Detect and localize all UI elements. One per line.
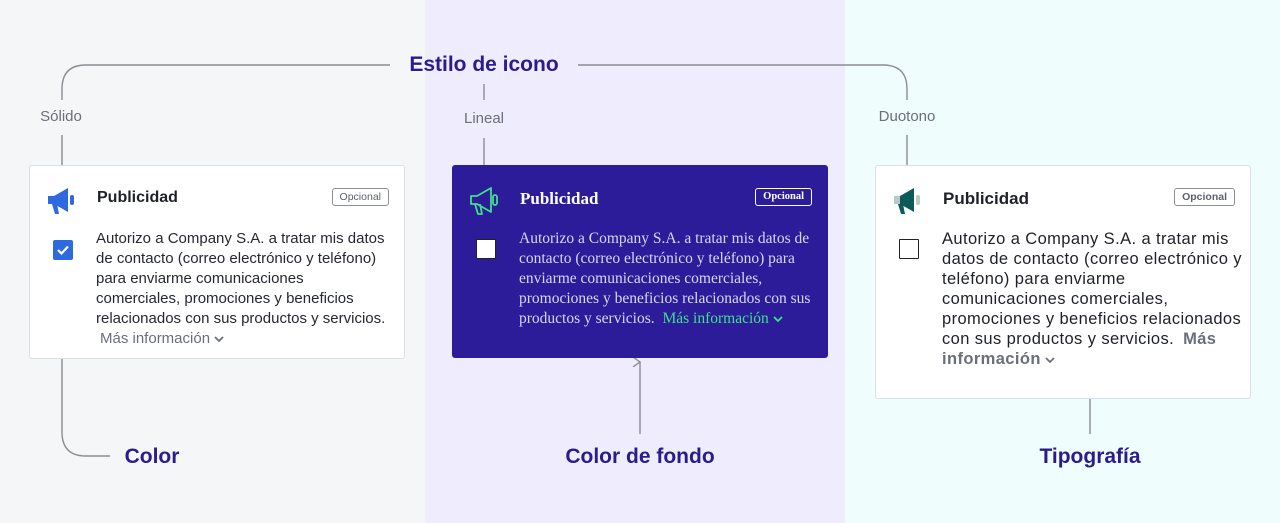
more-info-link[interactable]: Más información bbox=[100, 330, 224, 347]
consent-card-duotone: Publicidad Opcional Autorizo a Company S… bbox=[875, 165, 1251, 399]
card-title: Publicidad bbox=[520, 189, 599, 208]
more-info-link[interactable]: Más información bbox=[662, 310, 783, 327]
consent-text: Autorizo a Company S.A. a tratar mis dat… bbox=[942, 229, 1242, 369]
label-linear: Lineal bbox=[463, 110, 505, 127]
consent-checkbox[interactable] bbox=[899, 239, 919, 259]
megaphone-outline-icon bbox=[470, 187, 498, 215]
heading-icon-style: Estilo de icono bbox=[409, 53, 559, 76]
chevron-down-icon bbox=[214, 336, 224, 343]
consent-card-outline: Publicidad Opcional Autorizo a Company S… bbox=[452, 165, 828, 358]
consent-text: Autorizo a Company S.A. a tratar mis dat… bbox=[96, 229, 391, 349]
optional-badge: Opcional bbox=[1174, 188, 1235, 206]
consent-card-solid: Publicidad Opcional Autorizo a Company S… bbox=[29, 165, 405, 359]
megaphone-duotone-icon bbox=[894, 188, 920, 214]
consent-checkbox[interactable] bbox=[476, 239, 496, 259]
megaphone-solid-icon bbox=[48, 188, 74, 214]
chevron-down-icon bbox=[773, 316, 783, 323]
optional-badge: Opcional bbox=[755, 188, 812, 206]
consent-body: Autorizo a Company S.A. a tratar mis dat… bbox=[96, 230, 386, 327]
card-title: Publicidad bbox=[943, 189, 1029, 208]
label-solid: Sólido bbox=[40, 108, 82, 125]
heading-color: Color bbox=[124, 445, 180, 468]
checkmark-icon bbox=[57, 245, 69, 256]
consent-text: Autorizo a Company S.A. a tratar mis dat… bbox=[519, 229, 814, 329]
label-duotone: Duotono bbox=[878, 108, 936, 125]
heading-background: Color de fondo bbox=[565, 445, 715, 468]
more-info-label: Más información bbox=[662, 310, 769, 327]
card-title: Publicidad bbox=[97, 189, 178, 206]
consent-checkbox[interactable] bbox=[53, 240, 73, 260]
optional-badge: Opcional bbox=[331, 188, 389, 206]
chevron-down-icon bbox=[1045, 357, 1055, 363]
heading-typography: Tipografía bbox=[1039, 445, 1141, 468]
more-info-label: Más información bbox=[100, 330, 211, 347]
